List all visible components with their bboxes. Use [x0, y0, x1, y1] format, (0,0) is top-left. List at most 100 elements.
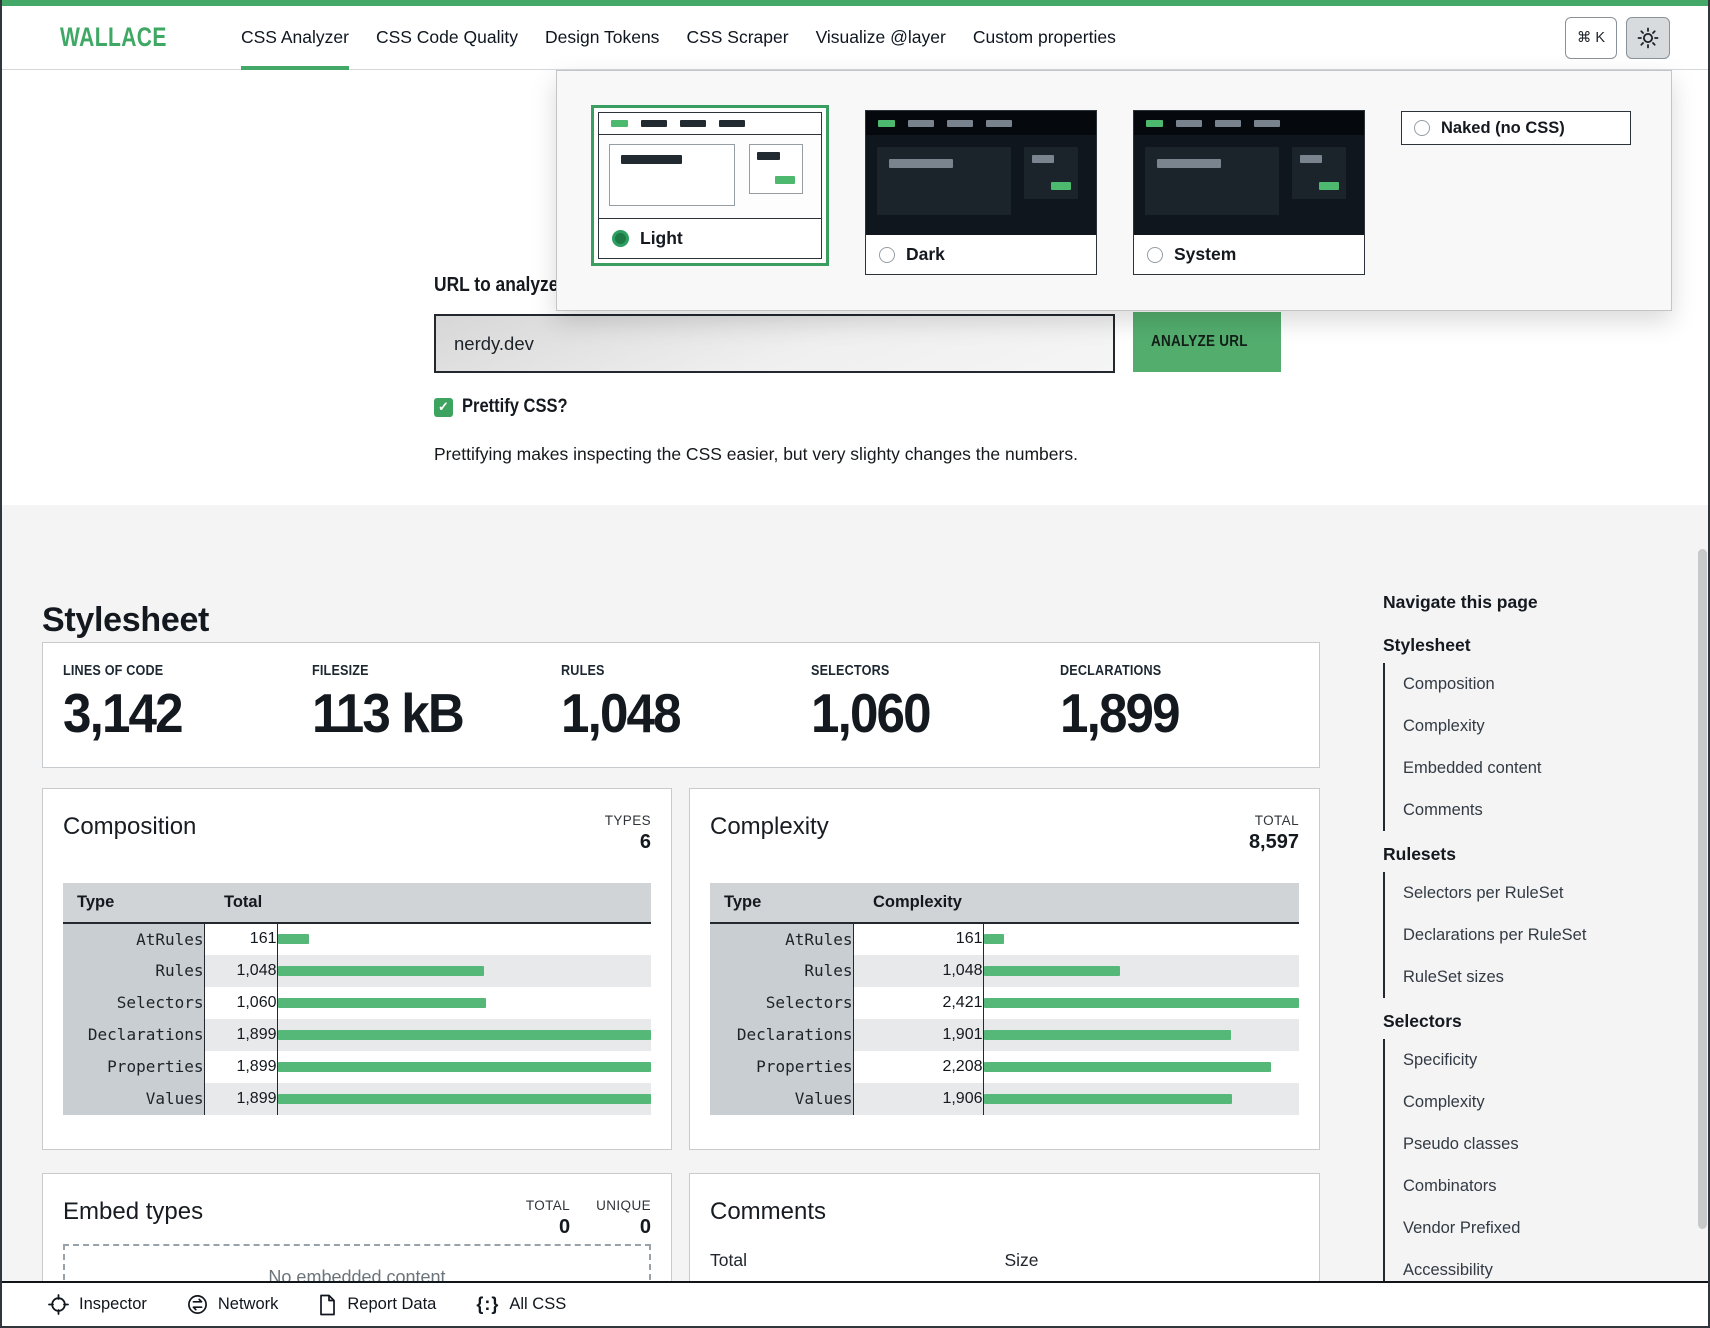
- table-row: Selectors1,060: [63, 987, 651, 1019]
- page-nav-link-ruleset-sizes[interactable]: RuleSet sizes: [1403, 956, 1683, 998]
- document-icon: [318, 1294, 337, 1316]
- page-nav-link-declarations-per-ruleset[interactable]: Declarations per RuleSet: [1403, 914, 1683, 956]
- statusbar: Inspector Network Report Data {:}: [2, 1281, 1708, 1326]
- table-row: AtRules161: [63, 923, 651, 955]
- embed-total-label: TOTAL: [526, 1198, 570, 1215]
- statusbar-report-data[interactable]: Report Data: [318, 1294, 436, 1316]
- complexity-total-label: TOTAL: [1249, 813, 1299, 830]
- embed-total-value: 0: [526, 1215, 570, 1240]
- theme-toggle-button[interactable]: [1626, 17, 1670, 59]
- page-nav-group-selectors[interactable]: Selectors: [1383, 1011, 1683, 1032]
- theme-option-dark[interactable]: Dark: [865, 110, 1097, 275]
- table-row: Declarations1,899: [63, 1019, 651, 1051]
- radio-naked[interactable]: [1414, 120, 1430, 136]
- nav-design-tokens[interactable]: Design Tokens: [545, 6, 659, 69]
- table-row: Properties1,899: [63, 1051, 651, 1083]
- complexity-bar: [984, 1030, 1232, 1040]
- nav-css-scraper[interactable]: CSS Scraper: [686, 6, 788, 69]
- prettify-checkbox-checked[interactable]: ✓: [434, 398, 453, 417]
- dark-theme-preview: [866, 111, 1096, 235]
- theme-option-system[interactable]: System: [1133, 110, 1365, 275]
- nav-visualize-layer[interactable]: Visualize @layer: [816, 6, 946, 69]
- page-nav-link-selectors-per-ruleset[interactable]: Selectors per RuleSet: [1403, 872, 1683, 914]
- command-palette-button[interactable]: ⌘ K: [1565, 17, 1617, 59]
- theme-option-naked[interactable]: Naked (no CSS): [1401, 111, 1631, 145]
- composition-bar: [278, 1030, 652, 1040]
- table-row: Declarations1,901: [710, 1019, 1299, 1051]
- nav-css-analyzer[interactable]: CSS Analyzer: [241, 6, 349, 69]
- radio-dark[interactable]: [879, 247, 895, 263]
- composition-card: Composition TYPES 6 Type Total AtRules16…: [42, 788, 672, 1150]
- system-theme-preview: [1134, 111, 1364, 235]
- sun-icon: [1637, 27, 1659, 49]
- table-row: Values1,906: [710, 1083, 1299, 1115]
- wallace-logo[interactable]: WALLACE: [60, 22, 197, 53]
- page-nav-link-comments[interactable]: Comments: [1403, 789, 1683, 831]
- radio-light-selected[interactable]: [612, 230, 629, 247]
- composition-types-value: 6: [605, 830, 651, 855]
- page-nav-link-specificity[interactable]: Specificity: [1403, 1039, 1683, 1081]
- stat-declarations: DECLARATIONS 1,899: [1060, 663, 1309, 767]
- table-row: Properties2,208: [710, 1051, 1299, 1083]
- prettify-label: Prettify CSS?: [462, 396, 583, 418]
- stylesheet-stats-card: LINES OF CODE 3,142 FILESIZE 113 kB RULE…: [42, 642, 1320, 768]
- complexity-bar: [984, 998, 1300, 1008]
- complexity-total-value: 8,597: [1249, 830, 1299, 855]
- complexity-bar: [984, 1094, 1232, 1104]
- page-nav-link-complexity[interactable]: Complexity: [1403, 705, 1683, 747]
- statusbar-network[interactable]: Network: [187, 1294, 279, 1315]
- inspector-crosshair-icon: [48, 1294, 69, 1315]
- comments-title: Comments: [710, 1198, 1299, 1226]
- composition-bar: [278, 966, 484, 976]
- composition-bar: [278, 934, 310, 944]
- analyze-url-button[interactable]: ANALYZE URL: [1133, 312, 1281, 372]
- page-nav-link-pseudo-classes[interactable]: Pseudo classes: [1403, 1123, 1683, 1165]
- network-transfer-icon: [187, 1294, 208, 1315]
- composition-title: Composition: [63, 813, 196, 841]
- light-theme-preview: [599, 113, 821, 218]
- complexity-table: Type Complexity AtRules161 Rules1,048 Se…: [710, 883, 1299, 1115]
- statusbar-inspector[interactable]: Inspector: [48, 1294, 147, 1315]
- composition-types-label: TYPES: [605, 813, 651, 830]
- prettify-note: Prettifying makes inspecting the CSS eas…: [434, 444, 1078, 465]
- navbar: WALLACE CSS Analyzer CSS Code Quality De…: [2, 6, 1708, 70]
- theme-naked-label: Naked (no CSS): [1441, 119, 1565, 138]
- table-row: Selectors2,421: [710, 987, 1299, 1019]
- complexity-bar: [984, 966, 1121, 976]
- statusbar-all-css[interactable]: {:} All CSS: [476, 1294, 566, 1315]
- page-nav-link-combinators[interactable]: Combinators: [1403, 1165, 1683, 1207]
- page-nav-link-selector-complexity[interactable]: Complexity: [1403, 1081, 1683, 1123]
- radio-system[interactable]: [1147, 247, 1163, 263]
- theme-picker-popover: Light Dark: [556, 70, 1672, 311]
- composition-bar: [278, 1062, 652, 1072]
- stat-selectors: SELECTORS 1,060: [811, 663, 1060, 767]
- curly-braces-icon: {:}: [476, 1294, 499, 1315]
- nav-custom-properties[interactable]: Custom properties: [973, 6, 1116, 69]
- theme-option-light[interactable]: Light: [591, 105, 829, 266]
- stat-lines-of-code: LINES OF CODE 3,142: [63, 663, 312, 767]
- page-nav-link-composition[interactable]: Composition: [1403, 663, 1683, 705]
- page-nav-link-embedded-content[interactable]: Embedded content: [1403, 747, 1683, 789]
- table-row: Rules1,048: [710, 955, 1299, 987]
- page-nav-group-stylesheet[interactable]: Stylesheet: [1383, 635, 1683, 656]
- app-window: WALLACE CSS Analyzer CSS Code Quality De…: [0, 0, 1710, 1328]
- table-row: Rules1,048: [63, 955, 651, 987]
- page-nav-link-vendor-prefixed[interactable]: Vendor Prefixed: [1403, 1207, 1683, 1249]
- theme-light-label: Light: [640, 228, 683, 249]
- nav-css-code-quality[interactable]: CSS Code Quality: [376, 6, 518, 69]
- complexity-card: Complexity TOTAL 8,597 Type Complexity A…: [689, 788, 1320, 1150]
- theme-system-label: System: [1174, 244, 1236, 265]
- vertical-scrollbar[interactable]: [1698, 549, 1707, 1229]
- embed-types-title: Embed types: [63, 1198, 203, 1226]
- main-nav: CSS Analyzer CSS Code Quality Design Tok…: [241, 6, 1116, 69]
- embed-unique-value: 0: [596, 1215, 651, 1240]
- page-nav-group-rulesets[interactable]: Rulesets: [1383, 844, 1683, 865]
- stat-rules: RULES 1,048: [561, 663, 810, 767]
- table-row: AtRules161: [710, 923, 1299, 955]
- page-nav-title: Navigate this page: [1383, 592, 1683, 613]
- composition-bar: [278, 998, 486, 1008]
- url-input[interactable]: [434, 314, 1115, 373]
- complexity-bar: [984, 1062, 1272, 1072]
- complexity-title: Complexity: [710, 813, 829, 841]
- complexity-bar: [984, 934, 1005, 944]
